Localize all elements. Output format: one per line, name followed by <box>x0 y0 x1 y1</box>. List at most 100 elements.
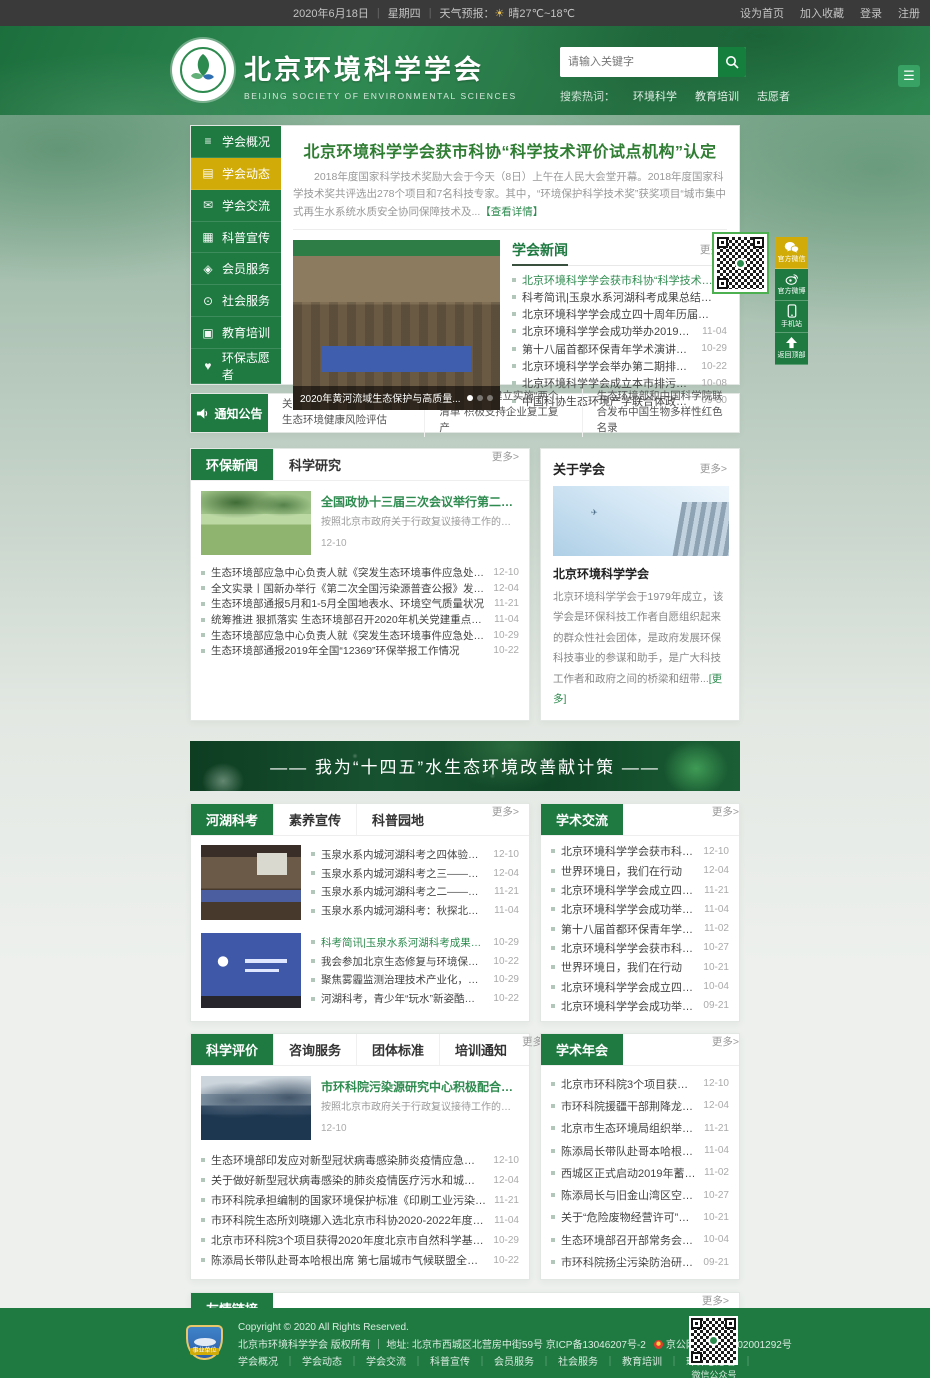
news-item-link[interactable]: 第十八届首都环保青年学术演讲比赛圆满结束 <box>522 341 693 357</box>
news-item-link[interactable]: 生态环境部应急中心负责人就《突发生态环境事件应急处置阶段直接经济损失... <box>211 628 485 643</box>
news-item-link[interactable]: 我会参加北京生态修复与环境保护联合体举办的第... <box>321 954 485 969</box>
about-more-link[interactable]: 更多> <box>700 461 727 476</box>
tab[interactable]: 培训通知 <box>439 1034 522 1065</box>
weibo-button[interactable]: 官方微博 <box>775 269 808 301</box>
news-item-link[interactable]: 北京环境科学学会成立四十周年历届 <box>561 882 696 898</box>
carousel-dot[interactable] <box>467 395 473 401</box>
footer-nav-link[interactable]: 学会交流 <box>366 1357 406 1368</box>
news-item-link[interactable]: 陈添局长带队赴哥本哈根出席环境监测 <box>561 1143 696 1159</box>
news-item-link[interactable]: 北京市环科院3个项目获得2020年 <box>561 1076 695 1092</box>
news-item-link[interactable]: 科考简讯|玉泉水系河湖科考成果总结分享进入倒计时 <box>321 935 485 950</box>
news-item-link[interactable]: 全文实录丨国新办举行《第二次全国污染源普查公报》发布会 <box>211 581 485 596</box>
env-featured-image[interactable] <box>201 491 311 555</box>
topbar-link[interactable]: 加入收藏 <box>800 5 844 21</box>
news-item-link[interactable]: 北京市生态环境局组织举办北京市 <box>561 1120 696 1136</box>
news-item-link[interactable]: 统筹推进 狠抓落实 生态环境部召开2020年机关党建重点工作调度会 <box>211 612 486 627</box>
news-item-link[interactable]: 西城区正式启动2019年蓄能式 <box>561 1165 696 1181</box>
carousel[interactable]: 2020年黄河流域生态保护与高质量... <box>293 240 500 410</box>
footer-nav-link[interactable]: 学会概况 <box>238 1357 278 1368</box>
hot-word-link[interactable]: 环境科学 <box>633 88 677 104</box>
news-item-link[interactable]: 科考简讯|玉泉水系河湖科考成果总结分享进入 <box>522 289 719 305</box>
footer-nav-link[interactable]: 教育培训 <box>622 1357 662 1368</box>
evaluation-featured-image[interactable] <box>201 1076 311 1140</box>
topbar-link[interactable]: 注册 <box>898 5 920 21</box>
sidebar-menu-item[interactable]: ♥ 环保志愿者 <box>191 349 281 384</box>
river-group1-image[interactable] <box>201 845 301 920</box>
news-item-link[interactable]: 关于做好新型冠状病毒感染的肺炎疫情医疗污水和城镇污水监管工作的通知 <box>211 1172 485 1188</box>
news-item-link[interactable]: 北京环境科学学会成功举办2019年会暨会员日活动 <box>522 323 694 339</box>
news-item-link[interactable]: 北京市环科院3个项目获得2020年度北京市自然科学基金资助 <box>211 1232 485 1248</box>
news-item-link[interactable]: 生态环境部通报2019年全国“12369”环保举报工作情况 <box>211 643 460 658</box>
river-group2-image[interactable] <box>201 933 301 1008</box>
tab[interactable]: 团体标准 <box>356 1034 439 1065</box>
env-news-more-link[interactable]: 更多> <box>492 449 529 480</box>
news-item-link[interactable]: 世界环境日，我们在行动 <box>561 863 682 879</box>
news-item-link[interactable]: 北京环境科学学会举办第二期排污许可证申请与核发技... <box>522 358 693 374</box>
tab[interactable]: 素养宣传 <box>273 804 356 835</box>
news-item-link[interactable]: 关于“危险废物经营许可”等四项行政 <box>561 1209 695 1225</box>
tab[interactable]: 科学研究 <box>273 449 356 480</box>
notice-item-link[interactable]: 生态环境部和中国科学院联合发布中国生物多样性红色名录 <box>582 389 739 436</box>
hot-word-link[interactable]: 教育培训 <box>695 88 739 104</box>
sidebar-menu-item[interactable]: ▣ 教育培训 <box>191 317 281 349</box>
search-input[interactable] <box>560 47 718 77</box>
sidebar-menu-item[interactable]: ≡ 学会概况 <box>191 126 281 158</box>
news-item-link[interactable]: 生态环境部应急中心负责人就《突发生态环境事件应急处置阶段直接经济损失... <box>211 565 485 580</box>
footer-nav-link[interactable]: 社会服务 <box>558 1357 598 1368</box>
footer-nav-link[interactable]: 学会动态 <box>302 1357 342 1368</box>
news-item-link[interactable]: 北京环境科学学会成功举办2019年 <box>561 998 695 1014</box>
carousel-dot[interactable] <box>477 395 483 401</box>
news-item-link[interactable]: 聚焦雾霾监测治理技术产业化，推动科技 <box>321 972 485 987</box>
news-item-link[interactable]: 第十八届首都环保青年学术演讲比赛 <box>561 921 696 937</box>
wechat-button[interactable]: 官方微信 <box>775 237 808 269</box>
tab[interactable]: 咨询服务 <box>273 1034 356 1065</box>
menu-button[interactable]: ☰ <box>898 65 920 87</box>
evaluation-featured-title[interactable]: 市环科院污染源研究中心积极配合市局完成 <box>321 1078 519 1095</box>
headline-more-link[interactable]: 【查看详情】 <box>480 206 543 218</box>
about-image[interactable]: ✈ <box>553 486 729 556</box>
tab[interactable]: 河湖科考 <box>191 804 273 835</box>
news-item-link[interactable]: 陈添局长带队赴哥本哈根出席 第七届城市气候联盟全球市长峰会 <box>211 1252 485 1268</box>
annual-title-tab[interactable]: 学术年会 <box>541 1034 623 1065</box>
news-item-link[interactable]: 北京环境科学学会获市科协“科学技术评价试点机构”... <box>522 272 719 288</box>
news-item-link[interactable]: 北京环境科学学会获市科协科学 <box>561 843 695 859</box>
tab[interactable]: 科普园地 <box>356 804 439 835</box>
news-item-link[interactable]: 河湖科考，青少年“玩水”新姿酷炫玉泉水 <box>321 991 485 1006</box>
mobile-site-button[interactable]: 手机站 <box>775 301 808 333</box>
back-to-top-button[interactable]: 返回顶部 <box>775 333 808 365</box>
tab[interactable]: 环保新闻 <box>191 449 273 480</box>
news-item-link[interactable]: 玉泉水系内城河湖科考之四体验流动的紫禁城... <box>321 847 485 862</box>
river-more-link[interactable]: 更多> <box>492 804 529 835</box>
campaign-banner[interactable]: —— 我为“十四五”水生态环境改善献计策 —— <box>190 741 740 791</box>
sidebar-menu-item[interactable]: ▦ 科普宣传 <box>191 222 281 254</box>
news-item-link[interactable]: 北京环境科学学会成功举办2019年会暨 <box>561 901 696 917</box>
news-item-link[interactable]: 生态环境部召开部常务会议北京市环科院 <box>561 1232 695 1248</box>
news-item-link[interactable]: 陈添局长与旧金山湾区空气质量 <box>561 1187 695 1203</box>
news-item-link[interactable]: 玉泉水系内城河湖科考之二——国庆龙舟泛秋日北海 <box>321 884 486 899</box>
sidebar-menu-item[interactable]: ▤ 学会动态 <box>191 158 281 190</box>
news-item-link[interactable]: 玉泉水系内城河湖科考之三——玉带萦绕紫禁皇城 <box>321 866 485 881</box>
news-item-link[interactable]: 世界环境日，我们在行动 <box>561 959 682 975</box>
hot-word-link[interactable]: 志愿者 <box>757 88 790 104</box>
topbar-link[interactable]: 设为首页 <box>740 5 784 21</box>
exchange-title-tab[interactable]: 学术交流 <box>541 804 623 835</box>
topbar-link[interactable]: 登录 <box>860 5 882 21</box>
sidebar-menu-item[interactable]: ✉ 学会交流 <box>191 190 281 222</box>
annual-more-link[interactable]: 更多> <box>712 1034 739 1065</box>
env-featured-title[interactable]: 全国政协十三届三次会议举行第二次全体会议 <box>321 493 519 510</box>
search-button[interactable] <box>718 47 746 77</box>
news-item-link[interactable]: 北京环境科学学会获市科协科学技术 <box>561 940 695 956</box>
headline-title[interactable]: 北京环境科学学会获市科协“科学技术评价试点机构”认定 <box>293 138 727 162</box>
sidebar-menu-item[interactable]: ◈ 会员服务 <box>191 253 281 285</box>
news-item-link[interactable]: 市环科院承担编制的国家环境保护标准《印刷工业污染防治可行技术指南》发布 <box>211 1192 486 1208</box>
news-item-link[interactable]: 玉泉水系内城河湖科考：秋探北护城河 <box>321 903 486 918</box>
tab[interactable]: 科学评价 <box>191 1034 273 1065</box>
footer-nav-link[interactable]: 会员服务 <box>494 1357 534 1368</box>
news-item-link[interactable]: 北京环境科学学会成立四十周年历届理 <box>561 979 695 995</box>
sidebar-menu-item[interactable]: ⊙ 社会服务 <box>191 285 281 317</box>
news-item-link[interactable]: 市环科院生态所刘晓娜入选北京市科协2020-2022年度青年人才托举工程 <box>211 1212 486 1228</box>
footer-nav-link[interactable]: 科普宣传 <box>430 1357 470 1368</box>
exchange-more-link[interactable]: 更多> <box>712 804 739 835</box>
news-item-link[interactable]: 北京环境科学学会成立四十周年历届理事长和秘书长齐... <box>522 306 719 322</box>
news-item-link[interactable]: 市环科院援疆干部荆降龙负责的和田地区 <box>561 1098 695 1114</box>
